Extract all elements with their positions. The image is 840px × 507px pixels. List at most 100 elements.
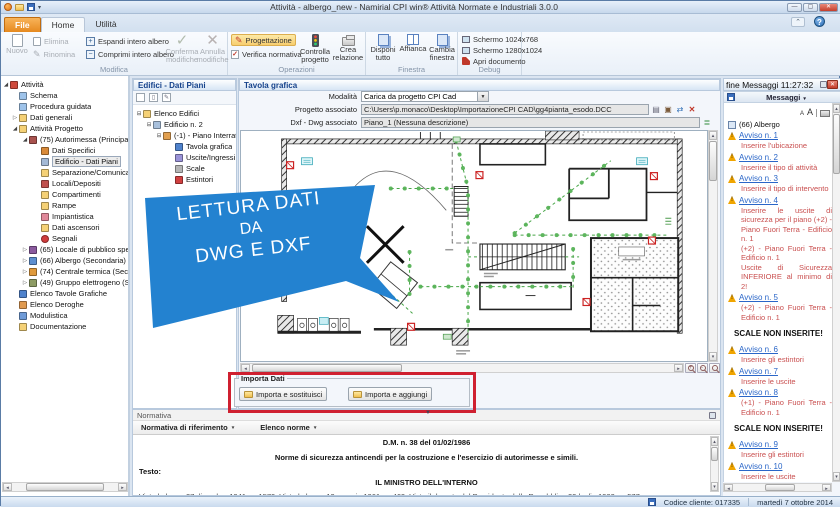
warning-link[interactable]: Avviso n. 7: [739, 367, 778, 376]
minimize-ribbon-icon[interactable]: ⌃: [791, 17, 805, 27]
dxf-field[interactable]: Piano_1 (Nessuna descrizione): [361, 117, 700, 128]
pin-icon[interactable]: [709, 412, 716, 419]
expander-icon[interactable]: ◢: [21, 137, 29, 143]
delete-item-icon[interactable]: ▯: [149, 93, 158, 102]
scroll-left-arrow[interactable]: ◂: [724, 484, 733, 491]
tree-item[interactable]: Segnali: [1, 233, 128, 244]
scroll-down-arrow[interactable]: ▾: [711, 482, 718, 491]
zoom-out-button[interactable]: [697, 363, 708, 373]
app-orb-icon[interactable]: [4, 3, 12, 11]
tree-item[interactable]: ◢ (75) Autorimessa (Principale): [1, 134, 128, 145]
espandi-albero-button[interactable]: +Espandi intero albero: [86, 35, 169, 47]
scroll-thumb[interactable]: [833, 114, 840, 174]
scroll-thumb[interactable]: [252, 364, 402, 372]
expander-icon[interactable]: ⊟: [155, 133, 163, 139]
expander-icon[interactable]: ⊟: [135, 111, 143, 117]
close-button[interactable]: ✕: [819, 3, 838, 12]
pin-icon[interactable]: [820, 81, 827, 88]
cad-canvas[interactable]: [240, 130, 708, 362]
disponi-tutto-button[interactable]: Disponi tutto: [368, 34, 398, 62]
tree-item[interactable]: Impiantistica: [1, 211, 128, 222]
tree-item[interactable]: Procedura guidata: [1, 101, 128, 112]
scroll-right-arrow[interactable]: ▸: [822, 484, 831, 491]
warning-link[interactable]: Avviso n. 6: [739, 345, 778, 354]
warning-link[interactable]: Avviso n. 5: [739, 293, 778, 302]
tree-item[interactable]: ▷ Dati generali: [1, 112, 128, 123]
tree-item[interactable]: Elenco Tavole Grafiche: [1, 288, 128, 299]
scroll-up-arrow[interactable]: ▴: [833, 104, 840, 113]
tree-item[interactable]: Modulistica: [1, 310, 128, 321]
verifica-normativa-button[interactable]: ✓Verifica normativa: [231, 48, 302, 60]
progettazione-button[interactable]: ✎Progettazione: [231, 34, 296, 46]
splitter-collapse-icon[interactable]: ▼: [425, 410, 431, 416]
expander-icon[interactable]: ▷: [11, 115, 19, 121]
expander-icon[interactable]: ◢: [2, 82, 10, 88]
messaggi-menu-button[interactable]: Messaggi: [735, 93, 837, 102]
tab-home[interactable]: Home: [41, 17, 86, 32]
tree-item[interactable]: Compartimenti: [1, 189, 128, 200]
tree-item[interactable]: Uscite/Ingressi: [133, 152, 236, 163]
expander-icon[interactable]: ⊟: [145, 122, 153, 128]
tree-item[interactable]: Estintori: [133, 174, 236, 185]
warning-link[interactable]: Avviso n. 9: [739, 440, 778, 449]
tree-item[interactable]: Locali/Depositi: [1, 178, 128, 189]
albergo-group-row[interactable]: (66) Albergo: [728, 120, 832, 129]
nuovo-button[interactable]: Nuovo: [3, 34, 31, 55]
tree-item[interactable]: Separazione/Comunicazione: [1, 167, 128, 178]
warning-link[interactable]: Avviso n. 10: [739, 462, 782, 471]
print-icon[interactable]: [820, 110, 830, 117]
warning-link[interactable]: Avviso n. 3: [739, 174, 778, 183]
tree-item[interactable]: Scale: [133, 163, 236, 174]
scroll-right-arrow[interactable]: ▸: [674, 364, 683, 372]
help-icon[interactable]: ?: [814, 16, 825, 27]
maximize-button[interactable]: ▢: [803, 3, 818, 12]
comprimi-albero-button[interactable]: −Comprimi intero albero: [86, 48, 174, 60]
tree-item[interactable]: ⊟ Edificio n. 2: [133, 119, 236, 130]
save-messages-icon[interactable]: [727, 93, 735, 101]
tree-item[interactable]: Documentazione: [1, 321, 128, 332]
scroll-up-arrow[interactable]: ▴: [711, 437, 718, 446]
tree-item[interactable]: Schema: [1, 90, 128, 101]
tree-item[interactable]: Rampe: [1, 200, 128, 211]
tree-item[interactable]: ▷ (66) Albergo (Secondaria): [1, 255, 128, 266]
refresh-icon[interactable]: ⇄: [675, 105, 685, 115]
scroll-down-arrow[interactable]: ▾: [709, 352, 717, 361]
importa-aggiungi-button[interactable]: Importa e aggiungi: [348, 387, 432, 401]
scroll-left-arrow[interactable]: ◂: [241, 364, 250, 372]
tree-item[interactable]: Dati ascensori: [1, 222, 128, 233]
scroll-down-arrow[interactable]: ▾: [833, 472, 840, 481]
normativa-riferimento-menu[interactable]: Normativa di riferimento: [141, 423, 234, 432]
tree-item[interactable]: ▷ (49) Gruppo elettrogeno (Secondaria): [1, 277, 128, 288]
combo-arrow-icon[interactable]: ▼: [477, 92, 488, 101]
scroll-left-arrow[interactable]: ◂: [3, 483, 12, 491]
expander-icon[interactable]: ▷: [21, 280, 29, 286]
layers-icon[interactable]: ≣: [702, 118, 712, 128]
tab-file[interactable]: File: [4, 17, 41, 32]
open-icon[interactable]: [15, 4, 24, 11]
minimize-button[interactable]: —: [787, 3, 802, 12]
normativa-document[interactable]: D.M. n. 38 del 01/02/1986 Norme di sicur…: [133, 435, 720, 495]
scroll-thumb[interactable]: [709, 141, 717, 181]
crea-relazione-button[interactable]: Crea relazione: [332, 34, 364, 62]
tree-item[interactable]: Elenco Deroghe: [1, 299, 128, 310]
expander-icon[interactable]: ◢: [11, 126, 19, 132]
tree-item[interactable]: Edificio - Dati Piani: [1, 156, 128, 167]
tree-item[interactable]: ▷ (74) Centrale termica (Secondaria): [1, 266, 128, 277]
modalita-select[interactable]: Carica da progetto CPI Cad ▼: [361, 91, 489, 102]
font-smaller-button[interactable]: A: [800, 111, 804, 117]
tree-item[interactable]: ⊟ Elenco Edifici: [133, 108, 236, 119]
warning-link[interactable]: Avviso n. 4: [739, 196, 778, 205]
tab-utilita[interactable]: Utilità: [85, 17, 126, 32]
scroll-up-arrow[interactable]: ▴: [709, 131, 717, 140]
tree-item[interactable]: ▷ (65) Locale di pubblico spettacolo (Se: [1, 244, 128, 255]
scroll-thumb[interactable]: [711, 447, 718, 461]
expander-icon[interactable]: ▷: [21, 258, 29, 264]
rinomina-button[interactable]: ✎Rinomina: [33, 48, 75, 60]
tree-item[interactable]: ◢ Attività Progetto: [1, 123, 128, 134]
close-panel-icon[interactable]: ✕: [827, 80, 838, 89]
zoom-window-button[interactable]: [709, 363, 720, 373]
export-icon[interactable]: ▤: [651, 105, 661, 115]
conferma-modifiche-button[interactable]: ✓ Conferma modifiche: [167, 34, 197, 64]
affianca-button[interactable]: Affianca: [399, 34, 427, 53]
zoom-extents-button[interactable]: [685, 363, 696, 373]
